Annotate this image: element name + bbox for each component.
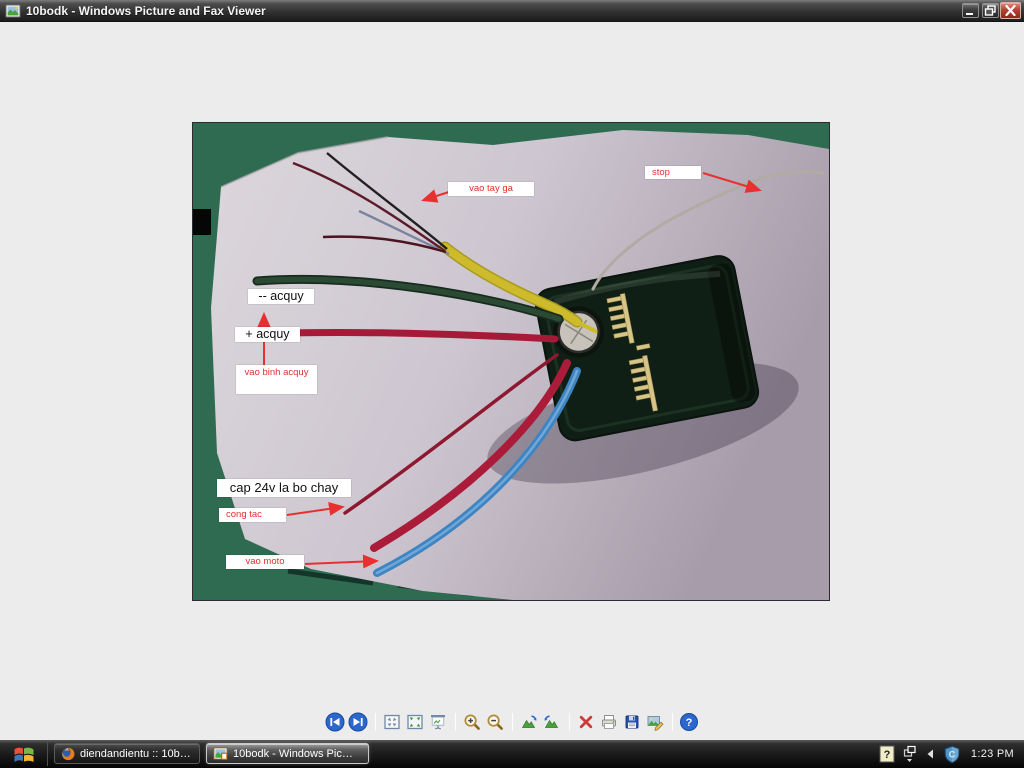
toolbar-separator (454, 713, 456, 731)
start-slideshow-button[interactable] (427, 711, 450, 734)
taskbar: diendandientu :: 10b… 10bodk - Windows P… (0, 740, 1024, 768)
zoom-in-button[interactable] (461, 711, 484, 734)
best-fit-button[interactable] (381, 711, 404, 734)
hide-icons-chevron-icon[interactable] (925, 748, 935, 760)
svg-text:?: ? (884, 749, 891, 761)
clock: 1:23 PM (970, 748, 1014, 760)
windows-logo-icon (14, 747, 34, 762)
taskbar-divider (47, 742, 48, 766)
toolbar-separator (374, 713, 376, 731)
close-icon (1005, 5, 1016, 16)
firefox-icon (61, 747, 75, 760)
annotation-plus-acquy: + acquy (235, 327, 300, 342)
window-title: 10bodk - Windows Picture and Fax Viewer (26, 4, 266, 18)
next-image-button[interactable] (347, 711, 370, 734)
edit-icon (647, 716, 664, 731)
delete-icon (579, 715, 593, 729)
annotation-cap-24v: cap 24v la bo chay (217, 479, 351, 497)
minimize-icon (966, 13, 973, 15)
annotation-minus-acquy: -- acquy (248, 289, 314, 304)
close-button[interactable] (1000, 2, 1021, 19)
picture-viewer-icon (5, 4, 21, 18)
annotation-cong-tac: cong tac (219, 508, 286, 522)
start-button[interactable] (10, 744, 38, 764)
window-titlebar: 10bodk - Windows Picture and Fax Viewer (0, 0, 1024, 22)
start-slideshow-icon (431, 715, 445, 730)
minimize-button[interactable] (962, 3, 979, 18)
svg-text:?: ? (686, 717, 693, 729)
save-button[interactable] (621, 711, 644, 734)
display-icon[interactable] (903, 745, 917, 763)
toolbar-separator (511, 713, 513, 731)
next-image-icon (348, 712, 368, 732)
print-icon (602, 715, 616, 729)
annotation-vao-tay-ga: vao tay ga (448, 182, 534, 196)
annotation-vao-moto: vao moto (226, 555, 304, 569)
zoom-in-icon (464, 714, 480, 730)
svg-text:C: C (949, 749, 956, 759)
taskbar-button-browser[interactable]: diendandientu :: 10b… (54, 743, 200, 764)
restore-button[interactable] (982, 3, 999, 18)
security-shield-icon[interactable]: C (943, 744, 961, 765)
zoom-out-icon (487, 714, 503, 730)
taskbar-button-label: 10bodk - Windows Pic… (233, 747, 353, 760)
zoom-out-button[interactable] (484, 711, 507, 734)
photo-canvas: vao tay ga stop -- acquy + acquy vao bin… (192, 122, 830, 601)
taskbar-button-picture-viewer[interactable]: 10bodk - Windows Pic… (206, 743, 369, 764)
best-fit-icon (384, 714, 400, 730)
picture-viewer-icon (213, 747, 228, 760)
toolbar-separator (568, 713, 570, 731)
previous-image-button[interactable] (324, 711, 347, 734)
actual-size-icon (407, 714, 423, 730)
edit-button[interactable] (644, 711, 667, 734)
system-tray: ? C 1:23 PM (879, 740, 1014, 768)
save-icon (625, 715, 639, 729)
rotate-counterclockwise-button[interactable] (541, 711, 564, 734)
desktop: 10bodk - Windows Picture and Fax Viewer (0, 0, 1024, 768)
rotate-clockwise-button[interactable] (518, 711, 541, 734)
annotation-vao-binh-acquy: vao binh acquy (236, 365, 317, 394)
toolbar-separator (671, 713, 673, 731)
previous-image-icon (325, 712, 345, 732)
restore-icon (984, 5, 996, 16)
help-icon: ? (680, 713, 698, 731)
delete-button[interactable] (575, 711, 598, 734)
annotation-stop: stop (645, 166, 701, 179)
actual-size-button[interactable] (404, 711, 427, 734)
help-button[interactable]: ? (678, 711, 701, 734)
viewer-toolbar: ? (0, 709, 1024, 735)
language-help-icon[interactable]: ? (879, 745, 895, 763)
rotate-counterclockwise-icon (544, 715, 559, 728)
taskbar-button-label: diendandientu :: 10b… (80, 747, 191, 760)
viewer-client-area: vao tay ga stop -- acquy + acquy vao bin… (0, 22, 1024, 740)
rotate-clockwise-icon (521, 715, 537, 728)
print-button[interactable] (598, 711, 621, 734)
